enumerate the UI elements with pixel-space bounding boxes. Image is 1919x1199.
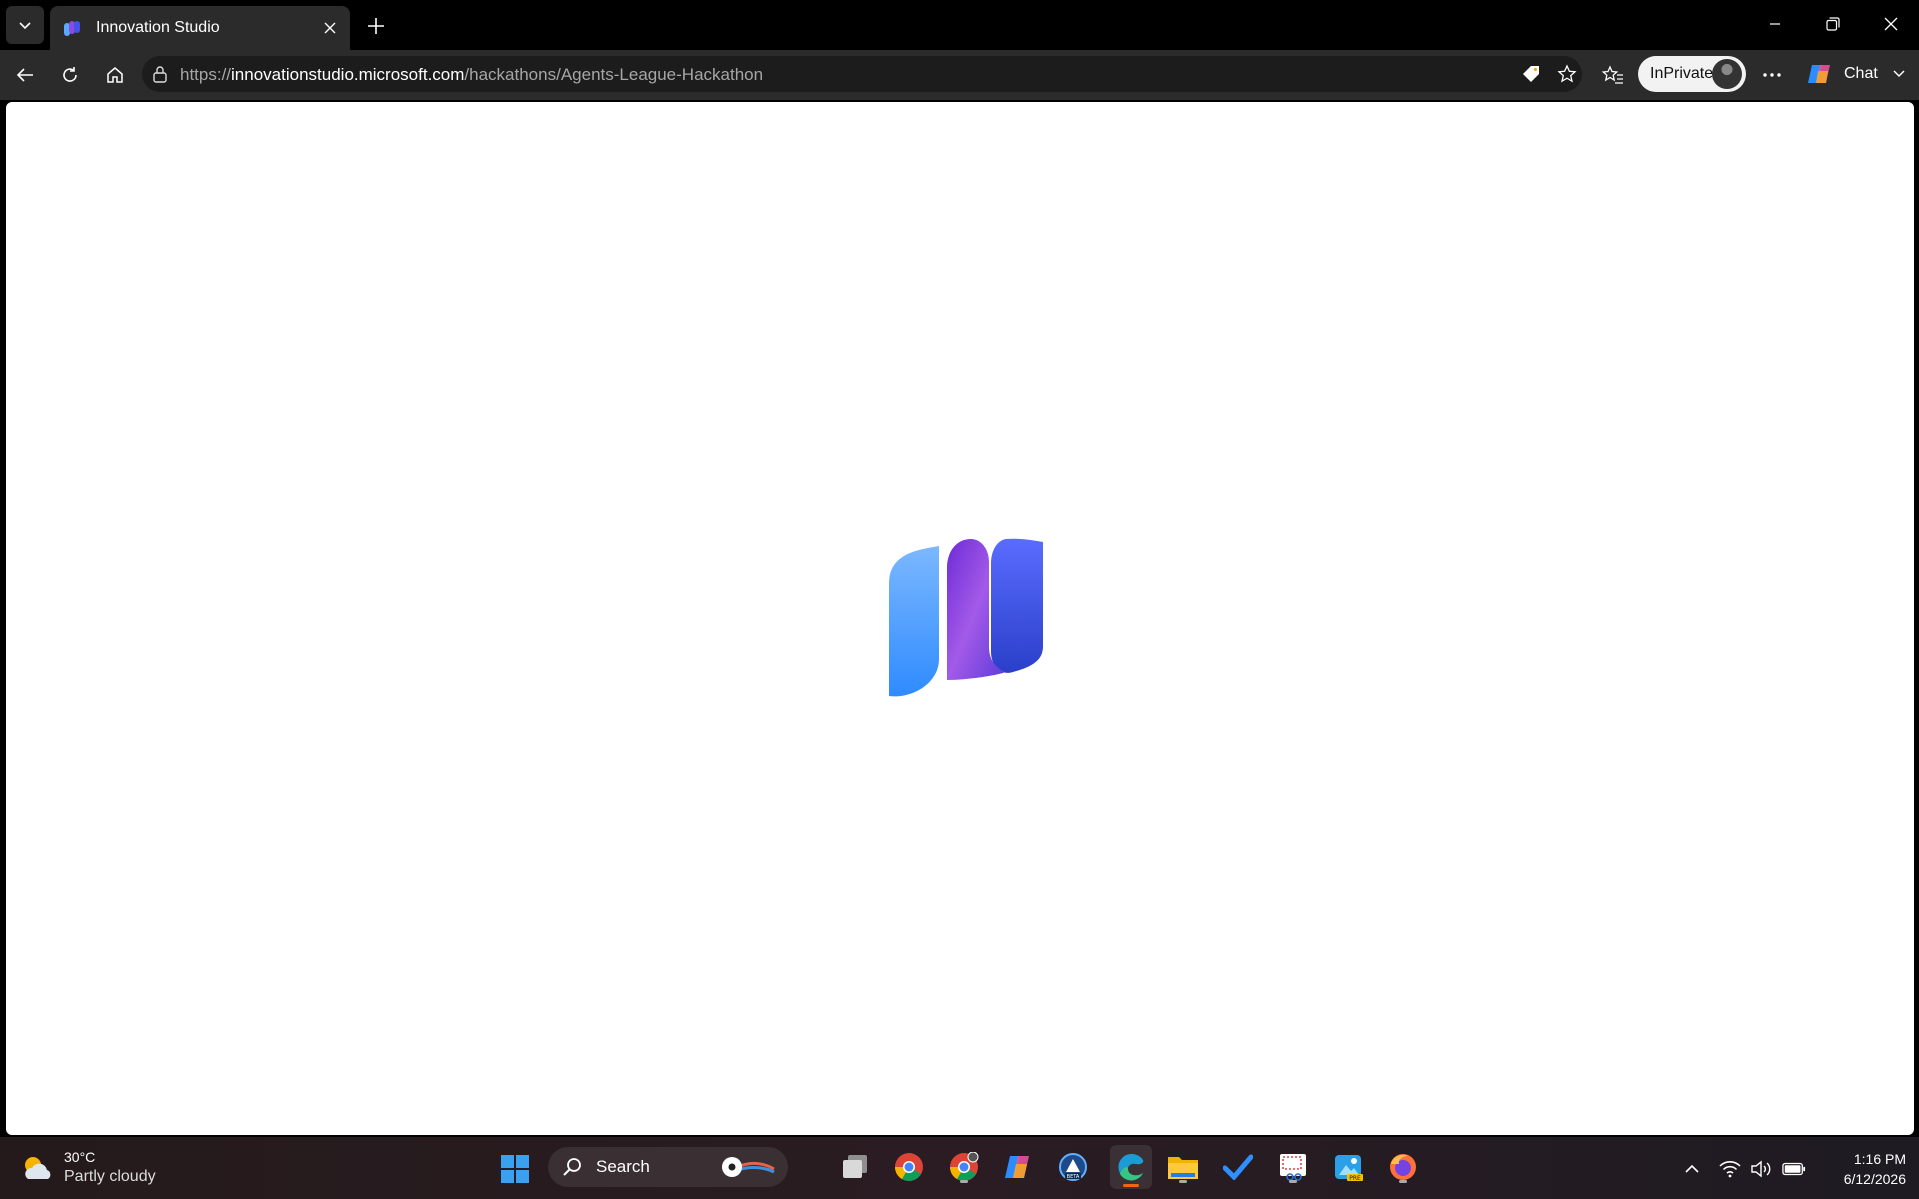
tab-close-button[interactable] — [320, 18, 340, 38]
close-icon — [1884, 17, 1898, 31]
weather-temp: 30°C — [64, 1149, 96, 1165]
home-button[interactable] — [98, 59, 132, 91]
wifi-status[interactable] — [1718, 1157, 1742, 1181]
url-text[interactable]: https://innovationstudio.microsoft.com/h… — [180, 65, 763, 85]
plus-icon — [368, 18, 384, 34]
refresh-button[interactable] — [53, 59, 87, 91]
url-host: innovationstudio.microsoft.com — [231, 65, 465, 84]
favorites-list-icon — [1602, 65, 1623, 84]
chevron-down-icon — [1893, 70, 1905, 78]
taskbar-edge[interactable] — [1110, 1145, 1152, 1189]
avatar — [1712, 59, 1742, 89]
copilot-icon — [1808, 65, 1830, 83]
copilot-icon — [1005, 1156, 1029, 1178]
page-content-loading — [6, 102, 1914, 1135]
restore-icon — [1826, 17, 1840, 31]
more-dots-icon — [1763, 73, 1781, 77]
taskbar-task-view[interactable] — [837, 1149, 873, 1185]
battery-icon — [1782, 1162, 1806, 1176]
volume-icon — [1751, 1160, 1771, 1178]
checkmark-icon — [1223, 1154, 1253, 1180]
running-indicator — [1289, 1180, 1297, 1183]
back-arrow-icon — [16, 68, 33, 82]
svg-text:PRE: PRE — [1349, 1175, 1361, 1182]
shopping-tag-button[interactable] — [1518, 62, 1544, 86]
taskbar-edge-beta[interactable]: BETA — [1055, 1149, 1091, 1185]
running-indicator — [1399, 1180, 1407, 1183]
battery-status[interactable] — [1782, 1157, 1806, 1181]
inprivate-label: InPrivate — [1650, 65, 1714, 82]
wifi-icon — [1719, 1161, 1741, 1178]
new-tab-button[interactable] — [360, 10, 392, 42]
minimize-button[interactable] — [1752, 6, 1798, 42]
firefox-icon — [1390, 1154, 1416, 1180]
edge-beta-icon: BETA — [1059, 1153, 1087, 1181]
clock-date: 6/12/2026 — [1843, 1171, 1906, 1187]
star-icon — [1557, 64, 1577, 83]
close-window-button[interactable] — [1868, 6, 1914, 42]
search-label: Search — [596, 1157, 650, 1176]
weather-condition: Partly cloudy — [64, 1168, 156, 1185]
url-scheme: https:// — [180, 65, 232, 84]
tab-innovation-studio[interactable]: Innovation Studio — [50, 6, 350, 50]
chat-label: Chat — [1844, 65, 1878, 82]
restore-button[interactable] — [1810, 6, 1856, 42]
taskbar-file-explorer[interactable] — [1165, 1149, 1201, 1185]
taskbar-snipping-tool[interactable] — [1275, 1149, 1311, 1185]
chrome-icon — [895, 1153, 923, 1181]
favorites-button[interactable] — [1596, 59, 1630, 91]
url-path: /hackathons/Agents-League-Hackathon — [464, 65, 764, 84]
taskbar: 30°C Partly cloudy Search BETA PRE 1:16 … — [0, 1137, 1919, 1199]
chevron-up-icon — [1685, 1164, 1699, 1173]
clock-time: 1:16 PM — [1853, 1151, 1906, 1167]
photos-preview-icon: PRE — [1335, 1155, 1363, 1182]
active-indicator — [1123, 1184, 1139, 1187]
settings-more-button[interactable] — [1755, 59, 1789, 91]
folder-icon — [1168, 1157, 1198, 1179]
edge-icon — [1118, 1153, 1144, 1181]
favorite-star-button[interactable] — [1554, 62, 1580, 86]
chrome-profile-icon — [950, 1152, 979, 1181]
lock-icon[interactable] — [152, 65, 168, 83]
running-indicator — [960, 1180, 968, 1183]
taskbar-chrome-profile[interactable] — [946, 1149, 982, 1185]
taskbar-photos-preview[interactable]: PRE — [1330, 1149, 1366, 1185]
inprivate-profile-button[interactable]: InPrivate — [1638, 56, 1746, 92]
clock[interactable]: 1:16 PM 6/12/2026 — [1820, 1149, 1906, 1189]
show-hidden-icons-button[interactable] — [1680, 1157, 1704, 1181]
soccer-ball-highlight-icon — [722, 1157, 775, 1177]
chevron-down-icon — [19, 22, 31, 30]
taskbar-firefox[interactable] — [1385, 1149, 1421, 1185]
back-button[interactable] — [8, 59, 42, 91]
tab-strip: Innovation Studio — [0, 0, 1919, 50]
taskbar-copilot[interactable] — [1000, 1149, 1036, 1185]
innovation-studio-favicon-icon — [64, 21, 80, 36]
volume-status[interactable] — [1749, 1157, 1773, 1181]
windows-start-icon[interactable] — [500, 1154, 530, 1184]
search-icon — [563, 1158, 581, 1176]
refresh-icon — [63, 67, 77, 82]
home-icon — [107, 67, 123, 83]
svg-text:BETA: BETA — [1067, 1174, 1080, 1180]
tab-actions-menu-button[interactable] — [6, 6, 44, 44]
copilot-chat-button[interactable]: Chat — [1800, 56, 1910, 92]
taskbar-todo[interactable] — [1220, 1149, 1256, 1185]
address-bar[interactable]: https://innovationstudio.microsoft.com/h… — [142, 56, 1582, 92]
running-indicator — [1179, 1180, 1187, 1183]
weather-widget[interactable]: 30°C Partly cloudy — [20, 1147, 170, 1191]
taskbar-search-box[interactable]: Search — [548, 1147, 788, 1187]
partly-cloudy-icon — [25, 1157, 51, 1179]
tag-icon — [1523, 66, 1539, 82]
snipping-tool-icon — [1280, 1154, 1306, 1181]
microsoft-innovation-studio-logo-icon — [889, 538, 1043, 697]
browser-toolbar: https://innovationstudio.microsoft.com/h… — [0, 50, 1919, 100]
minimize-icon — [1770, 23, 1780, 25]
taskbar-chrome[interactable] — [891, 1149, 927, 1185]
close-icon — [324, 22, 336, 34]
task-view-icon — [843, 1155, 867, 1178]
tab-title: Innovation Studio — [96, 19, 220, 36]
